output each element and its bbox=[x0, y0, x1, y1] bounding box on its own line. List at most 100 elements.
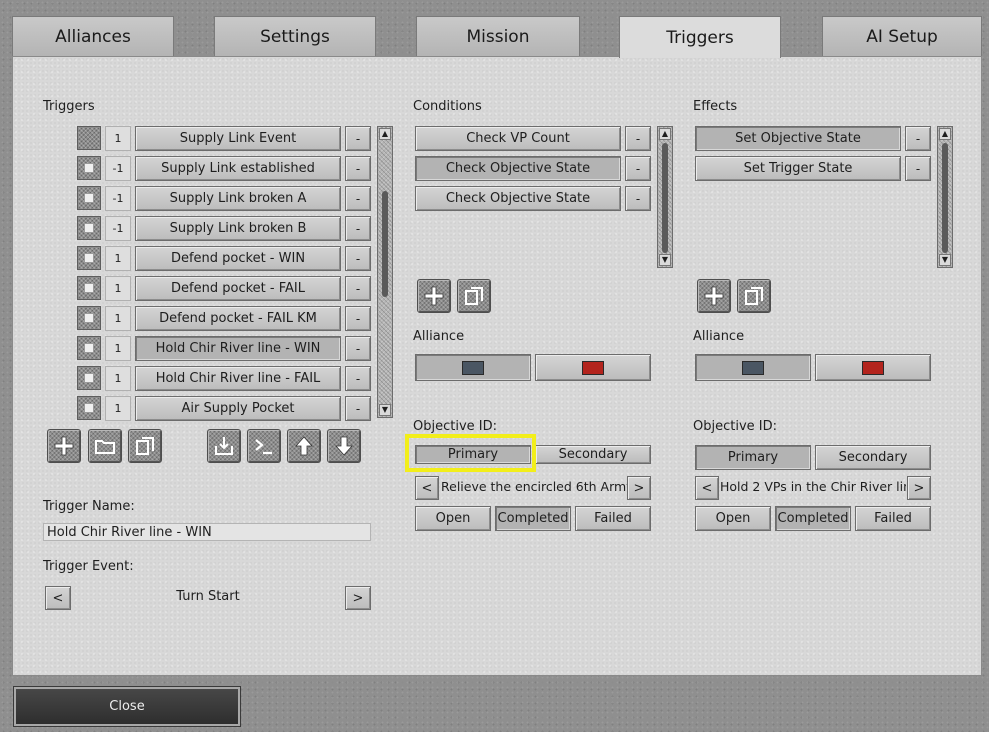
trigger-event-prev-button[interactable]: < bbox=[45, 586, 71, 610]
add-condition-button[interactable] bbox=[417, 279, 451, 313]
effects-secondary-button[interactable]: Secondary bbox=[815, 445, 931, 470]
trigger-enabled-checkbox[interactable] bbox=[77, 216, 101, 240]
effects-primary-button[interactable]: Primary bbox=[695, 445, 811, 470]
trigger-repeat-count[interactable]: -1 bbox=[105, 186, 131, 211]
effects-objective-label: Objective ID: bbox=[693, 419, 777, 434]
trigger-remove-button[interactable]: - bbox=[345, 156, 371, 181]
script-trigger-button[interactable] bbox=[247, 429, 281, 463]
trigger-remove-button[interactable]: - bbox=[345, 126, 371, 151]
scroll-down-arrow-icon[interactable]: ▼ bbox=[379, 404, 391, 416]
trigger-enabled-checkbox[interactable] bbox=[77, 396, 101, 420]
checkbox-box bbox=[84, 193, 94, 203]
conditions-objective-next-button[interactable]: > bbox=[627, 476, 651, 500]
trigger-event-label: Trigger Event: bbox=[43, 559, 134, 574]
effects-objective-next-button[interactable]: > bbox=[907, 476, 931, 500]
trigger-name-field[interactable]: Hold Chir River line - WIN bbox=[43, 523, 371, 541]
effect-item-button[interactable]: Set Trigger State bbox=[695, 156, 901, 181]
conditions-open-button[interactable]: Open bbox=[415, 506, 491, 531]
trigger-remove-button[interactable]: - bbox=[345, 366, 371, 391]
conditions-completed-button[interactable]: Completed bbox=[495, 506, 571, 531]
copy-effect-button[interactable] bbox=[737, 279, 771, 313]
trigger-enabled-checkbox[interactable] bbox=[77, 306, 101, 330]
trigger-item-button[interactable]: Air Supply Pocket bbox=[135, 396, 341, 421]
add-icon bbox=[704, 286, 724, 306]
trigger-repeat-count[interactable]: -1 bbox=[105, 156, 131, 181]
trigger-item-button[interactable]: Defend pocket - FAIL KM bbox=[135, 306, 341, 331]
trigger-enabled-checkbox[interactable] bbox=[77, 366, 101, 390]
trigger-item-button[interactable]: Supply Link broken B bbox=[135, 216, 341, 241]
trigger-item-button[interactable]: Hold Chir River line - FAIL bbox=[135, 366, 341, 391]
trigger-item-button[interactable]: Defend pocket - WIN bbox=[135, 246, 341, 271]
effects-open-button[interactable]: Open bbox=[695, 506, 771, 531]
trigger-remove-button[interactable]: - bbox=[345, 396, 371, 421]
trigger-repeat-count[interactable]: 1 bbox=[105, 246, 131, 271]
copy-condition-button[interactable] bbox=[457, 279, 491, 313]
effect-remove-button[interactable]: - bbox=[905, 156, 931, 181]
triggers-scrollbar[interactable]: ▲ ▼ bbox=[377, 126, 393, 418]
trigger-item-button[interactable]: Defend pocket - FAIL bbox=[135, 276, 341, 301]
trigger-remove-button[interactable]: - bbox=[345, 216, 371, 241]
add-trigger-button[interactable] bbox=[47, 429, 81, 463]
trigger-enabled-checkbox[interactable] bbox=[77, 246, 101, 270]
trigger-remove-button[interactable]: - bbox=[345, 336, 371, 361]
scroll-thumb[interactable] bbox=[662, 143, 668, 253]
scroll-up-arrow-icon[interactable]: ▲ bbox=[659, 128, 671, 140]
open-trigger-button[interactable] bbox=[88, 429, 122, 463]
effects-alliance-blue-button[interactable] bbox=[695, 354, 811, 381]
trigger-enabled-checkbox[interactable] bbox=[77, 276, 101, 300]
trigger-repeat-count[interactable]: 1 bbox=[105, 336, 131, 361]
effects-alliance-red-button[interactable] bbox=[815, 354, 931, 381]
condition-remove-button[interactable]: - bbox=[625, 156, 651, 181]
trigger-enabled-checkbox[interactable] bbox=[77, 336, 101, 360]
trigger-remove-button[interactable]: - bbox=[345, 276, 371, 301]
checkbox-box bbox=[84, 403, 94, 413]
condition-item-button[interactable]: Check Objective State bbox=[415, 156, 621, 181]
trigger-repeat-count[interactable]: -1 bbox=[105, 216, 131, 241]
effects-failed-button[interactable]: Failed bbox=[855, 506, 931, 531]
trigger-repeat-count[interactable]: 1 bbox=[105, 396, 131, 421]
move-up-button[interactable] bbox=[287, 429, 321, 463]
scroll-down-arrow-icon[interactable]: ▼ bbox=[659, 254, 671, 266]
conditions-failed-button[interactable]: Failed bbox=[575, 506, 651, 531]
trigger-remove-button[interactable]: - bbox=[345, 186, 371, 211]
condition-item-button[interactable]: Check VP Count bbox=[415, 126, 621, 151]
trigger-item-button[interactable]: Supply Link Event bbox=[135, 126, 341, 151]
condition-remove-button[interactable]: - bbox=[625, 126, 651, 151]
condition-remove-button[interactable]: - bbox=[625, 186, 651, 211]
conditions-alliance-red-button[interactable] bbox=[535, 354, 651, 381]
copy-trigger-button[interactable] bbox=[128, 429, 162, 463]
effects-completed-button[interactable]: Completed bbox=[775, 506, 851, 531]
trigger-enabled-checkbox[interactable] bbox=[77, 156, 101, 180]
triggers-heading: Triggers bbox=[43, 99, 95, 114]
trigger-repeat-count[interactable]: 1 bbox=[105, 366, 131, 391]
move-down-button[interactable] bbox=[327, 429, 361, 463]
trigger-repeat-count[interactable]: 1 bbox=[105, 276, 131, 301]
trigger-event-next-button[interactable]: > bbox=[345, 586, 371, 610]
trigger-item-button[interactable]: Supply Link broken A bbox=[135, 186, 341, 211]
trigger-item-button[interactable]: Supply Link established bbox=[135, 156, 341, 181]
scroll-thumb[interactable] bbox=[942, 143, 948, 253]
trigger-repeat-count[interactable]: 1 bbox=[105, 126, 131, 151]
scroll-up-arrow-icon[interactable]: ▲ bbox=[939, 128, 951, 140]
trigger-repeat-count[interactable]: 1 bbox=[105, 306, 131, 331]
condition-item-button[interactable]: Check Objective State bbox=[415, 186, 621, 211]
trigger-remove-button[interactable]: - bbox=[345, 246, 371, 271]
conditions-scrollbar[interactable]: ▲ ▼ bbox=[657, 126, 673, 268]
effect-item-button[interactable]: Set Objective State bbox=[695, 126, 901, 151]
conditions-primary-button[interactable]: Primary bbox=[415, 445, 531, 464]
trigger-enabled-checkbox[interactable] bbox=[77, 126, 101, 150]
effects-objective-prev-button[interactable]: < bbox=[695, 476, 719, 500]
effects-scrollbar[interactable]: ▲ ▼ bbox=[937, 126, 953, 268]
trigger-remove-button[interactable]: - bbox=[345, 306, 371, 331]
scroll-up-arrow-icon[interactable]: ▲ bbox=[379, 128, 391, 140]
scroll-thumb[interactable] bbox=[382, 191, 388, 297]
trigger-enabled-checkbox[interactable] bbox=[77, 186, 101, 210]
scroll-down-arrow-icon[interactable]: ▼ bbox=[939, 254, 951, 266]
add-effect-button[interactable] bbox=[697, 279, 731, 313]
trigger-item-button[interactable]: Hold Chir River line - WIN bbox=[135, 336, 341, 361]
effect-remove-button[interactable]: - bbox=[905, 126, 931, 151]
conditions-alliance-blue-button[interactable] bbox=[415, 354, 531, 381]
conditions-secondary-button[interactable]: Secondary bbox=[535, 445, 651, 464]
import-trigger-button[interactable] bbox=[207, 429, 241, 463]
conditions-objective-prev-button[interactable]: < bbox=[415, 476, 439, 500]
